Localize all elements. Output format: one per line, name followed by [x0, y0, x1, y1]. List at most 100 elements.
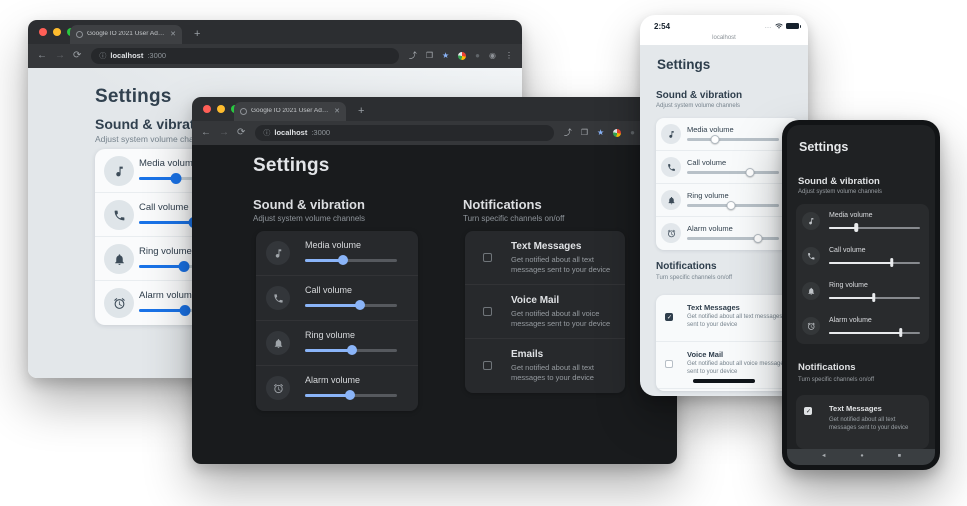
address-bar[interactable]: ⓘ localhost :3000 — [255, 125, 553, 141]
reload-icon[interactable]: ⟳ — [73, 51, 81, 61]
back-icon[interactable]: ← — [201, 128, 211, 138]
ring-volume-slider[interactable] — [687, 201, 779, 210]
forward-icon[interactable]: → — [219, 128, 229, 138]
music-note-icon — [266, 241, 290, 265]
menu-dots-icon[interactable]: ⋮ — [505, 52, 513, 60]
slider-track[interactable] — [687, 171, 779, 174]
alarm-volume-slider[interactable] — [687, 234, 779, 243]
tab-search-icon[interactable]: ❐ — [426, 52, 433, 60]
notification-row[interactable]: Emails Get notified about all text messa… — [656, 389, 800, 391]
notification-description: Get notified about all text messages sen… — [829, 416, 921, 432]
site-info-icon[interactable]: ⓘ — [263, 130, 270, 137]
tab-search-icon[interactable]: ❐ — [581, 129, 588, 137]
volume-label: Ring volume — [139, 246, 192, 257]
slider-thumb[interactable] — [345, 390, 355, 400]
share-icon[interactable]: ⤴ — [564, 129, 572, 137]
notification-row[interactable]: Text Messages Get notified about all tex… — [656, 295, 800, 342]
checkbox[interactable] — [665, 313, 673, 321]
close-window-button[interactable] — [203, 105, 211, 113]
bookmark-star-icon[interactable]: ★ — [597, 129, 604, 137]
media-volume-slider[interactable] — [305, 255, 397, 265]
slider-thumb[interactable] — [745, 168, 754, 177]
slider-thumb[interactable] — [338, 255, 348, 265]
checkbox[interactable] — [804, 407, 812, 415]
call-volume-slider[interactable] — [687, 168, 779, 177]
ring-volume-slider[interactable] — [829, 293, 920, 302]
notifications-subheading: Turn specific channels on/off — [656, 275, 732, 281]
extension-colored-icon[interactable] — [613, 129, 621, 137]
slider-track[interactable] — [687, 138, 779, 141]
call-volume-slider[interactable] — [305, 300, 397, 310]
slider-track[interactable] — [687, 237, 779, 240]
browser-tab[interactable]: Google IO 2021 User Adaptive ✕ — [234, 102, 346, 121]
tab-close-icon[interactable]: ✕ — [170, 31, 176, 38]
new-tab-button[interactable]: + — [194, 29, 200, 40]
slider-thumb[interactable] — [355, 300, 365, 310]
minimize-window-button[interactable] — [53, 28, 61, 36]
battery-icon — [786, 23, 799, 29]
ring-volume-row: Ring volume — [256, 321, 418, 366]
notification-row[interactable]: Emails Get notified about all text messa… — [465, 339, 625, 393]
share-icon[interactable]: ⤴ — [409, 52, 417, 60]
alarm-clock-icon — [802, 317, 820, 335]
volume-label: Media volume — [305, 240, 361, 250]
call-volume-row: Call volume — [256, 276, 418, 321]
new-tab-button[interactable]: + — [358, 106, 364, 117]
notification-title: Emails — [511, 349, 543, 360]
slider-thumb[interactable] — [710, 135, 719, 144]
slider-thumb[interactable] — [180, 305, 191, 316]
forward-icon[interactable]: → — [55, 51, 65, 61]
minimize-window-button[interactable] — [217, 105, 225, 113]
extension-colored-icon[interactable] — [458, 52, 466, 60]
browser-tab[interactable]: Google IO 2021 User Adaptive ✕ — [70, 25, 182, 44]
bookmark-star-icon[interactable]: ★ — [442, 52, 449, 60]
tab-close-icon[interactable]: ✕ — [334, 108, 340, 115]
slider-thumb[interactable] — [727, 201, 736, 210]
extension-dark-icon[interactable]: ● — [475, 52, 480, 60]
phone-url-label[interactable]: localhost — [640, 35, 808, 41]
alarm-volume-slider[interactable] — [829, 328, 920, 337]
slider-thumb[interactable] — [347, 345, 357, 355]
back-icon[interactable]: ← — [37, 51, 47, 61]
slider-thumb[interactable] — [170, 173, 181, 184]
slider-thumb[interactable] — [855, 223, 859, 232]
reload-icon[interactable]: ⟳ — [237, 128, 245, 138]
checkbox[interactable] — [483, 253, 492, 262]
slider-thumb[interactable] — [890, 258, 894, 267]
notification-row[interactable]: Text Messages Get notified about all tex… — [465, 231, 625, 285]
checkbox[interactable] — [665, 360, 673, 368]
browser-window-dark: Google IO 2021 User Adaptive ✕ + ← → ⟳ ⓘ… — [192, 97, 677, 464]
phone-icon — [802, 247, 820, 265]
slider-thumb[interactable] — [179, 261, 190, 272]
call-volume-slider[interactable] — [829, 258, 920, 267]
site-info-icon[interactable]: ⓘ — [99, 53, 106, 60]
slider-fill — [829, 227, 856, 229]
nav-recents-icon[interactable]: ■ — [898, 454, 901, 460]
nav-home-icon[interactable]: ● — [860, 454, 863, 460]
status-time: 2:54 — [654, 23, 670, 31]
close-window-button[interactable] — [39, 28, 47, 36]
ring-volume-slider[interactable] — [305, 345, 397, 355]
notifications-heading: Notifications — [798, 362, 856, 373]
slider-thumb[interactable] — [872, 293, 876, 302]
notification-row[interactable]: Text Messages Get notified about all tex… — [796, 395, 929, 449]
page-title: Settings — [253, 155, 330, 177]
checkbox[interactable] — [483, 361, 492, 370]
notification-title: Voice Mail — [511, 295, 559, 306]
status-icons: … — [765, 22, 800, 30]
address-bar[interactable]: ⓘ localhost :3000 — [91, 48, 398, 64]
alarm-volume-slider[interactable] — [305, 390, 397, 400]
slider-thumb[interactable] — [753, 234, 762, 243]
extension-dark-icon[interactable]: ● — [630, 129, 635, 137]
media-volume-slider[interactable] — [829, 223, 920, 232]
nav-back-icon[interactable]: ◄ — [821, 454, 826, 460]
notification-row[interactable]: Voice Mail Get notified about all voice … — [465, 285, 625, 339]
toolbar-icons: ⤴ ❐ ★ ● ◉ ⋮ — [409, 52, 513, 60]
window-titlebar: Google IO 2021 User Adaptive ✕ + — [192, 97, 677, 121]
checkbox[interactable] — [483, 307, 492, 316]
media-volume-slider[interactable] — [687, 135, 779, 144]
profile-icon[interactable]: ◉ — [489, 52, 496, 60]
slider-thumb[interactable] — [899, 328, 903, 337]
notification-description: Get notified about all voice messages se… — [511, 309, 613, 328]
home-indicator[interactable] — [693, 379, 755, 383]
